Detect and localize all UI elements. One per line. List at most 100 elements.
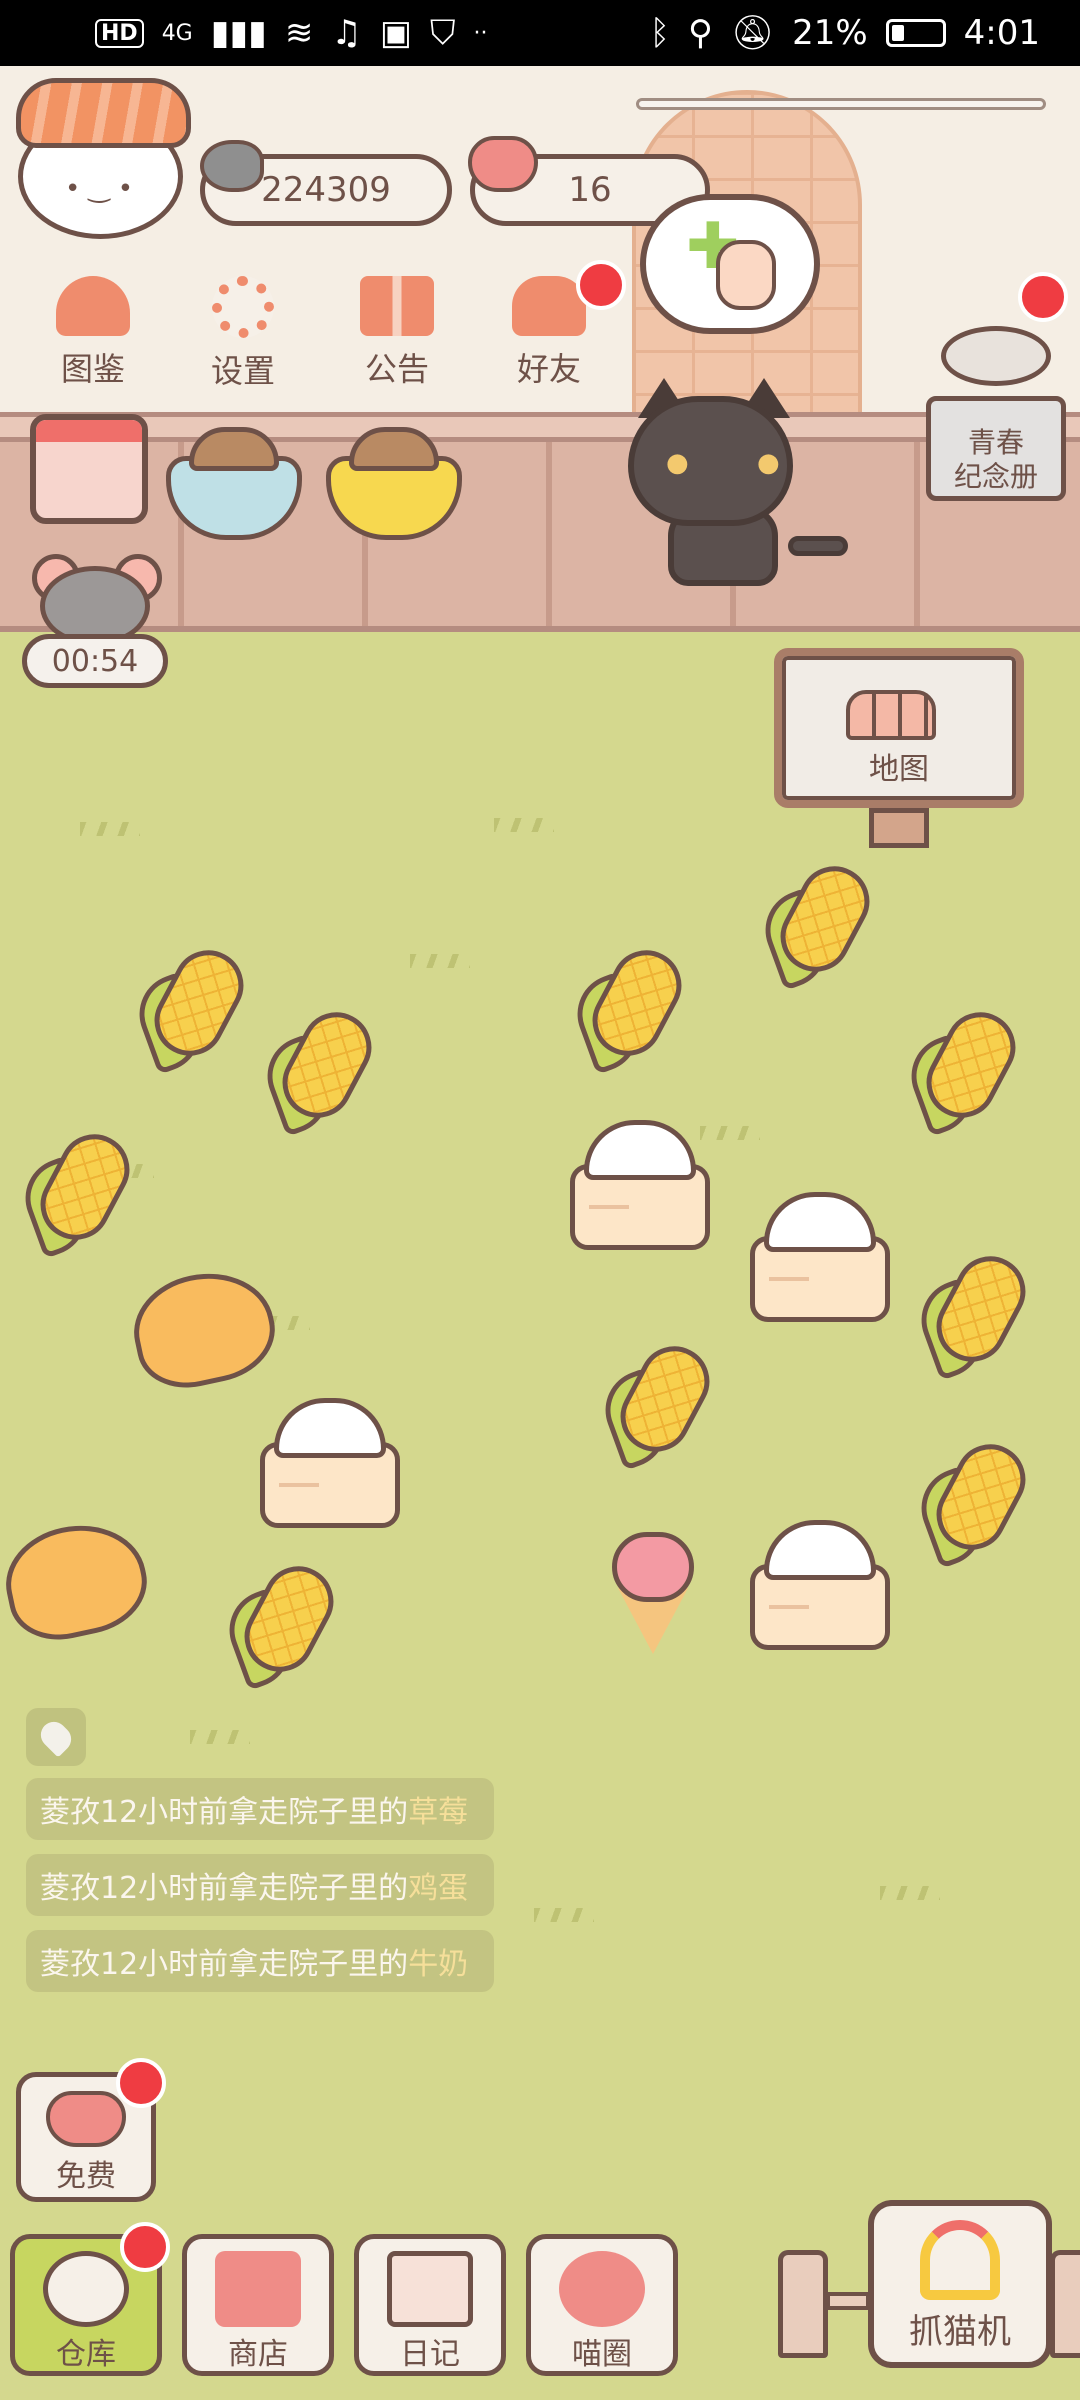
log-entry: 菱孜12小时前拿走院子里的 鸡蛋 [26, 1854, 494, 1916]
corn-item[interactable] [754, 854, 882, 991]
signal-icon: ▮▮▮ [210, 13, 267, 53]
friends-label: 好友 [516, 350, 581, 388]
shop-button[interactable]: 商店 [182, 2234, 334, 2376]
location-icon: ⚲ [687, 13, 713, 53]
status-dots: ·· [473, 20, 488, 46]
corn-item[interactable] [910, 1244, 1038, 1381]
mouse-timer[interactable]: 00:54 [22, 554, 168, 690]
corn-item[interactable] [566, 938, 694, 1075]
corn-item[interactable] [256, 1000, 384, 1137]
log-item: 草莓 [408, 1795, 469, 1830]
gear-icon [212, 276, 274, 338]
avatar-expression: • ‿ • [65, 174, 134, 204]
settings-label: 设置 [210, 352, 275, 390]
book-icon [56, 276, 130, 336]
steamed-bun-item[interactable] [570, 1120, 710, 1250]
grass-tuft [494, 818, 554, 832]
map-button[interactable]: 地图 [774, 648, 1024, 868]
yearbook-line2: 纪念册 [953, 460, 1038, 493]
notice-button[interactable]: 公告 [342, 276, 452, 390]
yearbook-label: 青春 纪念册 [926, 426, 1066, 494]
log-text: 菱孜12小时前拿走院子里的 [40, 1795, 409, 1830]
heart-icon [46, 2091, 126, 2147]
salmon-sushi-hat [16, 78, 191, 148]
heart-count: 16 [568, 170, 612, 210]
fish-count: 224309 [261, 170, 391, 210]
map-label: 地图 [869, 752, 929, 787]
warehouse-notification-dot [120, 2222, 170, 2272]
gift-icon [360, 276, 434, 336]
grass-tuft [880, 1886, 940, 1900]
yearbook-cat-icon [941, 326, 1051, 386]
log-text: 菱孜12小时前拿走院子里的 [40, 1947, 409, 1982]
planet-cat-icon [559, 2251, 645, 2327]
grass-tuft [190, 1730, 250, 1744]
yearbook-line1: 青春 [967, 426, 1024, 459]
mute-icon: 🔕︎ [730, 13, 775, 53]
friends-icon [512, 276, 586, 336]
progress-track [636, 98, 1046, 110]
log-item: 牛奶 [408, 1947, 469, 1982]
log-entry: 菱孜12小时前拿走院子里的 牛奶 [26, 1930, 494, 1992]
fish-icon [200, 140, 264, 192]
corn-item[interactable] [218, 1554, 346, 1691]
notice-label: 公告 [364, 350, 429, 388]
visiting-cat[interactable]: ● ● [628, 378, 848, 586]
fence-post [778, 2250, 828, 2358]
wifi-icon: ≋ [284, 13, 314, 53]
diary-button[interactable]: 日记 [354, 2234, 506, 2376]
battery-percent: 21% [792, 13, 868, 53]
sign-pole [869, 808, 929, 848]
corn-item[interactable] [910, 1432, 1038, 1569]
claw-machine-button[interactable]: 抓猫机 [868, 2200, 1052, 2368]
diary-icon [387, 2251, 473, 2327]
yearbook-notification-dot [1018, 272, 1068, 322]
collection-button[interactable]: 图鉴 [38, 276, 148, 390]
fence-post [1050, 2250, 1080, 2358]
add-hand-bubble[interactable]: ✚ [640, 194, 820, 334]
claw-icon [920, 2220, 1000, 2300]
status-bar: HD 4G ▮▮▮ ≋ ♫ ▣ ⛉ ·· ᛒ ⚲ 🔕︎ 21% 4:01 [0, 0, 1080, 66]
corn-item[interactable] [594, 1334, 722, 1471]
corn-item[interactable] [128, 938, 256, 1075]
steamed-bun-item[interactable] [260, 1398, 400, 1528]
heart-icon [468, 136, 538, 192]
bluetooth-icon: ᛒ [649, 13, 670, 53]
log-item: 鸡蛋 [408, 1871, 469, 1906]
calendar-icon[interactable] [30, 414, 148, 524]
log-entry: 菱孜12小时前拿走院子里的 草莓 [26, 1778, 494, 1840]
warehouse-label: 仓库 [56, 2337, 116, 2372]
steamed-bun-item[interactable] [750, 1192, 890, 1322]
storage-icon [43, 2251, 129, 2327]
player-avatar[interactable]: • ‿ • [10, 74, 195, 244]
corn-item[interactable] [900, 1000, 1028, 1137]
log-text: 菱孜12小时前拿走院子里的 [40, 1871, 409, 1906]
cat-eyes: ● ● [666, 448, 810, 478]
free-notification-dot [116, 2058, 166, 2108]
shield-icon: ⛉ [429, 13, 456, 53]
settings-button[interactable]: 设置 [188, 276, 298, 392]
headphone-icon: ♫ [331, 13, 362, 53]
log-collapse-toggle[interactable] [26, 1708, 86, 1766]
shop-icon [215, 2251, 301, 2327]
collection-label: 图鉴 [60, 350, 125, 388]
diary-label: 日记 [400, 2337, 460, 2372]
ice-cream-item[interactable] [608, 1532, 698, 1662]
battery-icon [885, 19, 946, 47]
game-scene: • ‿ • 224309 16 ✚ 图鉴 设置 公告 好友 青春 纪念册 ● ●… [0, 66, 1080, 2400]
hand-icon [716, 240, 776, 310]
tv-icon: ▣ [379, 13, 412, 53]
free-label: 免费 [56, 2159, 116, 2194]
timer-countdown: 00:54 [22, 634, 168, 688]
shop-label: 商店 [228, 2337, 288, 2372]
grass-tuft [410, 954, 470, 968]
network-type: 4G [161, 20, 193, 46]
steamed-bun-item[interactable] [750, 1520, 890, 1650]
grass-tuft [80, 822, 140, 836]
cat-circle-button[interactable]: 喵圈 [526, 2234, 678, 2376]
corn-item[interactable] [14, 1122, 142, 1259]
cat-circle-label: 喵圈 [572, 2337, 632, 2372]
fence-rail [826, 2292, 870, 2310]
hd-badge: HD [95, 18, 144, 48]
cat-tail [788, 536, 848, 556]
